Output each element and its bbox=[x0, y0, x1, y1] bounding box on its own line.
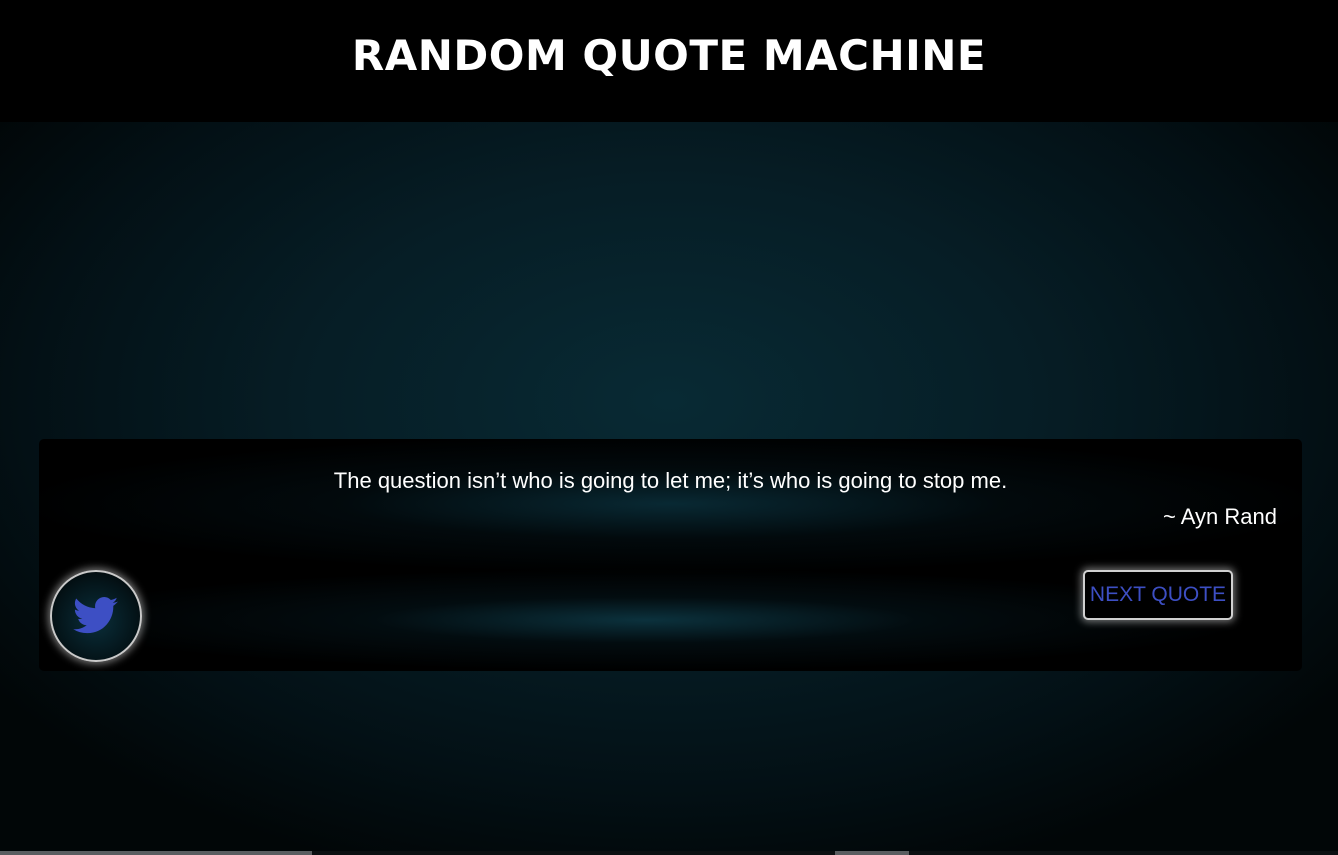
page-header: RANDOM QUOTE MACHINE bbox=[0, 0, 1338, 122]
tweet-quote-button[interactable] bbox=[50, 570, 142, 662]
quote-author: ~ Ayn Rand bbox=[1163, 504, 1277, 529]
scrollbar-thumb[interactable] bbox=[0, 851, 312, 855]
horizontal-scrollbar[interactable] bbox=[0, 851, 1338, 855]
main-area: The question isn’t who is going to let m… bbox=[0, 122, 1338, 855]
quote-text: The question isn’t who is going to let m… bbox=[333, 468, 1008, 493]
next-quote-button[interactable]: NEXT QUOTE bbox=[1083, 570, 1233, 620]
twitter-bird-icon bbox=[73, 597, 119, 635]
quote-card: The question isn’t who is going to let m… bbox=[39, 439, 1302, 671]
page: RANDOM QUOTE MACHINE The question isn’t … bbox=[0, 0, 1338, 855]
page-title: RANDOM QUOTE MACHINE bbox=[351, 31, 987, 80]
scrollbar-thumb-secondary[interactable] bbox=[835, 851, 909, 855]
